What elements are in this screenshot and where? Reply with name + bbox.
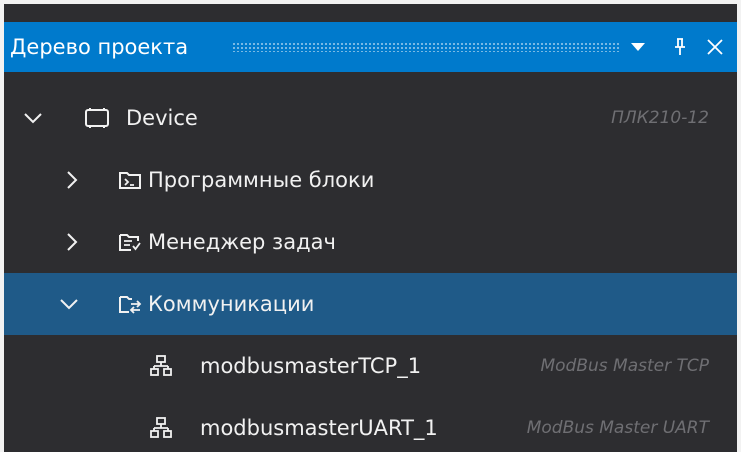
close-button[interactable] bbox=[701, 22, 729, 72]
tree-item-label: modbusmasterTCP_1 bbox=[200, 354, 422, 378]
chevron-right-icon[interactable] bbox=[66, 149, 78, 211]
tree-item-type: ModBus Master TCP bbox=[540, 356, 709, 376]
panel-top-edge bbox=[4, 0, 737, 22]
tree-item-label: Менеджер задач bbox=[148, 230, 336, 254]
chevron-right-icon[interactable] bbox=[66, 211, 78, 273]
panel-title: Дерево проекта bbox=[10, 35, 189, 59]
project-tree-panel: Дерево проекта Device ПЛК210-12 Программ… bbox=[0, 0, 741, 452]
tree-item-modbus-tcp[interactable]: modbusmasterTCP_1 ModBus Master TCP bbox=[4, 335, 737, 397]
tree-item-task-manager[interactable]: Менеджер задач bbox=[4, 211, 737, 273]
tree-item-label: Device bbox=[126, 106, 198, 130]
close-icon bbox=[707, 39, 723, 55]
tree-item-type: ModBus Master UART bbox=[526, 418, 709, 438]
communications-icon bbox=[118, 273, 142, 335]
chevron-down-icon[interactable] bbox=[24, 87, 42, 149]
tree-item-type: ПЛК210-12 bbox=[611, 108, 709, 128]
tree-item-modbus-uart[interactable]: modbusmasterUART_1 ModBus Master UART bbox=[4, 397, 737, 452]
program-blocks-icon bbox=[118, 149, 142, 211]
pin-icon bbox=[675, 38, 685, 55]
network-icon bbox=[150, 397, 172, 452]
project-tree: Device ПЛК210-12 Программные блоки Менед… bbox=[4, 87, 737, 452]
device-icon bbox=[84, 87, 110, 149]
tree-item-label: Программные блоки bbox=[148, 168, 375, 192]
task-manager-icon bbox=[118, 211, 142, 273]
pin-button[interactable] bbox=[666, 22, 694, 72]
tree-item-label: Коммуникации bbox=[148, 292, 315, 316]
network-icon bbox=[150, 335, 172, 397]
titlebar-grip[interactable] bbox=[232, 42, 620, 52]
tree-item-program-blocks[interactable]: Программные блоки bbox=[4, 149, 737, 211]
caret-down-icon bbox=[631, 43, 645, 51]
tree-item-communications[interactable]: Коммуникации bbox=[4, 273, 737, 335]
tree-item-label: modbusmasterUART_1 bbox=[200, 416, 438, 440]
dropdown-button[interactable] bbox=[624, 22, 652, 72]
tree-item-device[interactable]: Device ПЛК210-12 bbox=[4, 87, 737, 149]
chevron-down-icon[interactable] bbox=[60, 273, 78, 335]
panel-titlebar[interactable]: Дерево проекта bbox=[4, 22, 737, 72]
